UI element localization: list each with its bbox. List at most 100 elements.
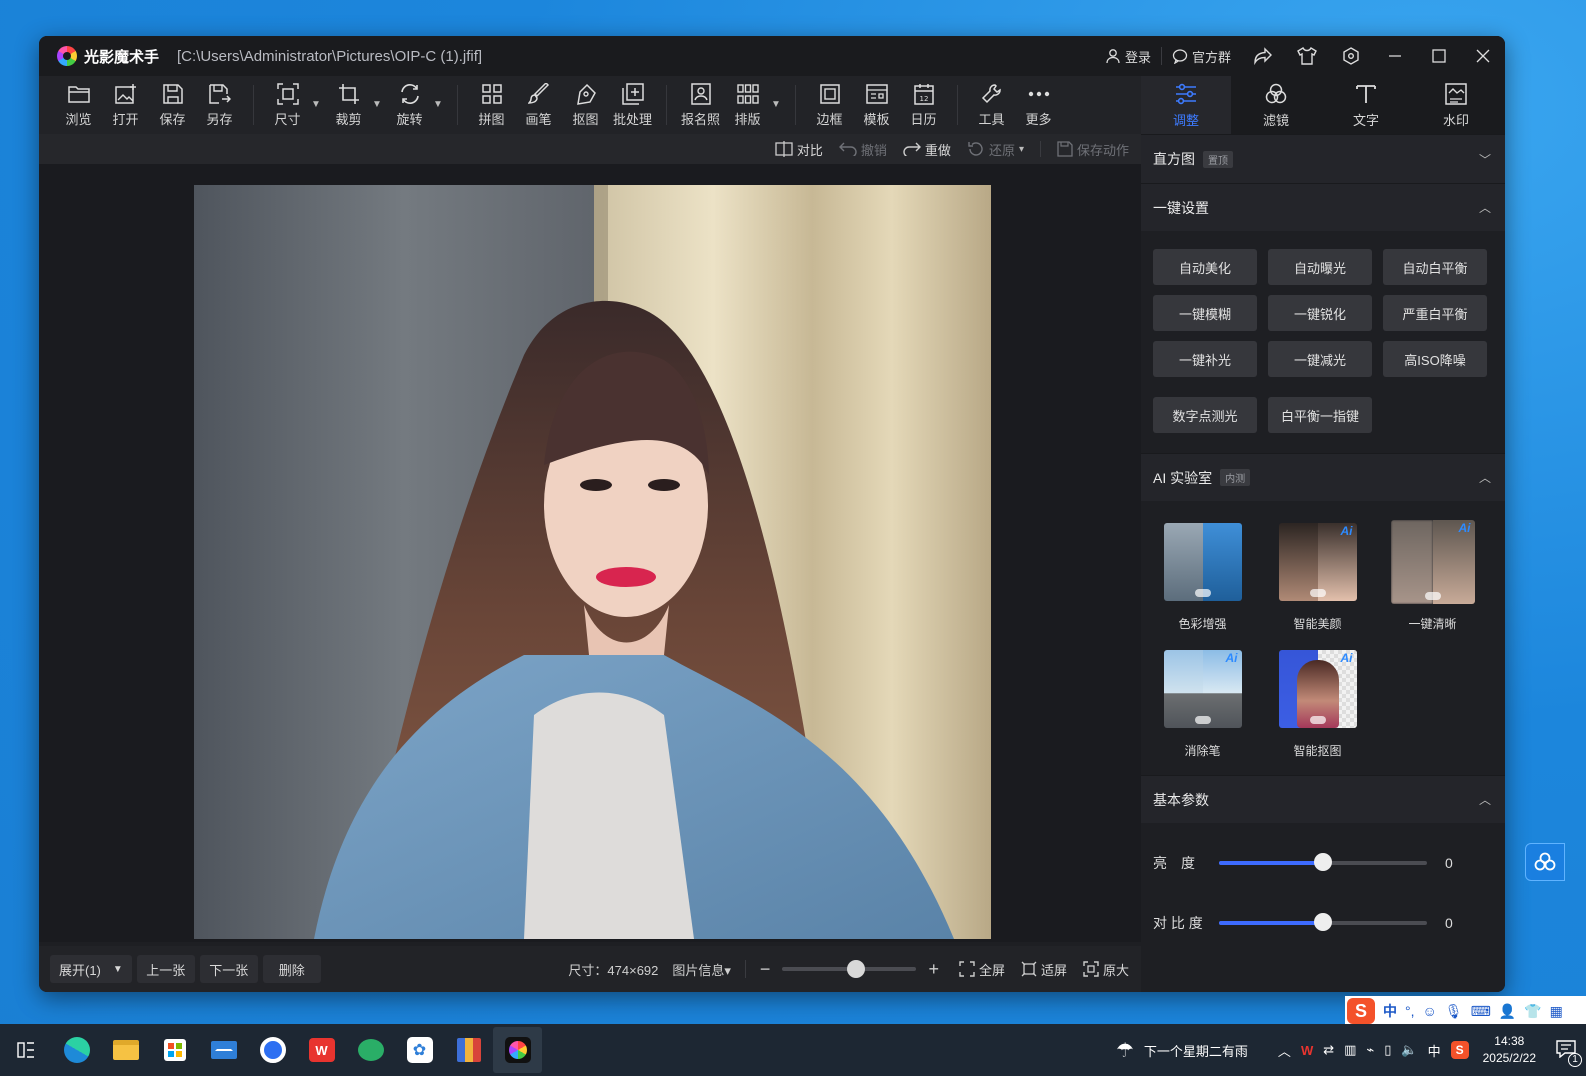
next-image-button[interactable]: 下一张 bbox=[199, 955, 258, 983]
brush-button[interactable]: 画笔 bbox=[515, 76, 562, 134]
collage-button[interactable]: 拼图 bbox=[468, 76, 515, 134]
clock[interactable]: 14:38 2025/2/22 bbox=[1483, 1033, 1536, 1067]
settings-button[interactable] bbox=[1329, 36, 1373, 76]
wps-tray-icon[interactable]: W bbox=[1301, 1043, 1313, 1058]
smart-beauty-item[interactable]: Ai 智能美颜 bbox=[1260, 523, 1375, 632]
sogou-tray-icon[interactable]: S bbox=[1450, 1041, 1469, 1059]
microphone-icon[interactable]: 🎙 bbox=[1445, 1003, 1463, 1020]
rotate-dropdown-arrow[interactable]: ▼ bbox=[433, 85, 447, 125]
language-indicator[interactable]: 中 bbox=[1428, 1041, 1441, 1060]
ime-language[interactable]: 中 bbox=[1383, 1001, 1397, 1021]
browse-button[interactable]: 浏览 bbox=[55, 76, 102, 134]
calendar-button[interactable]: 12 日历 bbox=[900, 76, 947, 134]
fit-screen-button[interactable]: 适屏 bbox=[1021, 960, 1067, 979]
zoom-in-icon[interactable]: + bbox=[928, 959, 939, 980]
expand-dropdown[interactable]: 展开(1) ▼ bbox=[50, 955, 132, 983]
strong-white-balance-button[interactable]: 严重白平衡 bbox=[1383, 295, 1487, 331]
emoji-icon[interactable]: ☺ bbox=[1423, 1003, 1437, 1019]
histogram-section-header[interactable]: 直方图 置顶 ﹀ bbox=[1141, 134, 1505, 183]
network-monitor-icon[interactable]: ▥ bbox=[1344, 1042, 1356, 1058]
keyboard-icon[interactable]: ⌨ bbox=[1471, 1003, 1491, 1020]
high-iso-denoise-button[interactable]: 高ISO降噪 bbox=[1383, 341, 1487, 377]
image-canvas[interactable] bbox=[39, 164, 1141, 942]
color-enhance-item[interactable]: 色彩增强 bbox=[1145, 523, 1260, 632]
zoom-out-icon[interactable]: − bbox=[760, 959, 771, 980]
minimize-button[interactable] bbox=[1373, 36, 1417, 76]
sogou-ime-icon[interactable]: S bbox=[1347, 998, 1375, 1024]
photo-app-taskbar-icon[interactable] bbox=[493, 1027, 542, 1073]
chevron-up-icon[interactable]: ︿ bbox=[1479, 791, 1491, 808]
spot-metering-button[interactable]: 数字点测光 bbox=[1153, 397, 1257, 433]
skin-icon[interactable]: 👤 bbox=[1499, 1003, 1516, 1020]
crop-button[interactable]: 裁剪 bbox=[325, 76, 372, 134]
batch-button[interactable]: 批处理 bbox=[609, 76, 656, 134]
pin-top-tag[interactable]: 置顶 bbox=[1203, 150, 1233, 168]
chevron-down-icon[interactable]: ﹀ bbox=[1479, 151, 1491, 168]
save-button[interactable]: 保存 bbox=[149, 76, 196, 134]
tab-adjust[interactable]: 调整 bbox=[1141, 76, 1231, 134]
delete-button[interactable]: 删除 bbox=[262, 955, 321, 983]
size-button[interactable]: 尺寸 bbox=[264, 76, 311, 134]
file-explorer-icon[interactable] bbox=[101, 1027, 150, 1073]
brightness-slider[interactable] bbox=[1219, 853, 1427, 871]
shirt-icon[interactable]: 👕 bbox=[1524, 1003, 1541, 1020]
weather-text[interactable]: 下一个星期二有雨 bbox=[1144, 1041, 1248, 1060]
wifi-icon[interactable]: ▯ bbox=[1384, 1042, 1391, 1058]
notification-center-button[interactable]: 1 bbox=[1556, 1039, 1582, 1067]
save-action-button[interactable]: 保存动作 bbox=[1057, 140, 1129, 159]
image-info-dropdown[interactable]: 图片信息▾ bbox=[672, 960, 731, 979]
official-group-button[interactable]: 官方群 bbox=[1162, 47, 1241, 66]
maximize-button[interactable] bbox=[1417, 36, 1461, 76]
one-click-blur-button[interactable]: 一键模糊 bbox=[1153, 295, 1257, 331]
archive-app-icon[interactable] bbox=[444, 1027, 493, 1073]
volume-icon[interactable]: 🔈 bbox=[1401, 1042, 1417, 1058]
contrast-slider[interactable] bbox=[1219, 913, 1427, 931]
reduce-light-button[interactable]: 一键减光 bbox=[1268, 341, 1372, 377]
edge-browser-icon[interactable] bbox=[52, 1027, 101, 1073]
grid-menu-icon[interactable]: ▦ bbox=[1550, 1003, 1563, 1020]
eraser-item[interactable]: Ai 消除笔 bbox=[1145, 650, 1260, 759]
mail-icon[interactable] bbox=[199, 1027, 248, 1073]
restore-button[interactable]: 还原 ▾ bbox=[967, 140, 1024, 159]
more-button[interactable]: 更多 bbox=[1015, 76, 1062, 134]
crop-dropdown-arrow[interactable]: ▼ bbox=[372, 85, 386, 125]
login-button[interactable]: 登录 bbox=[1095, 47, 1161, 66]
skin-button[interactable] bbox=[1285, 36, 1329, 76]
ime-punctuation[interactable]: °, bbox=[1405, 1003, 1415, 1019]
previous-image-button[interactable]: 上一张 bbox=[136, 955, 195, 983]
wps-office-icon[interactable]: W bbox=[297, 1027, 346, 1073]
tab-watermark[interactable]: 水印 bbox=[1411, 76, 1501, 134]
wechat-icon[interactable] bbox=[346, 1027, 395, 1073]
one-click-sharpen-button[interactable]: 一键锐化 bbox=[1268, 295, 1372, 331]
basic-params-header[interactable]: 基本参数 ︿ bbox=[1141, 775, 1505, 823]
sync-icon[interactable]: ⇄ bbox=[1323, 1042, 1334, 1058]
usb-icon[interactable]: ⌁ bbox=[1366, 1042, 1374, 1058]
quick-settings-header[interactable]: 一键设置 ︿ bbox=[1141, 183, 1505, 231]
layout-button[interactable]: 排版 bbox=[724, 76, 771, 134]
redo-button[interactable]: 重做 bbox=[903, 140, 951, 159]
tools-button[interactable]: 工具 bbox=[968, 76, 1015, 134]
task-view-button[interactable] bbox=[0, 1027, 52, 1073]
ai-lab-header[interactable]: AI 实验室 内测 ︿ bbox=[1141, 453, 1505, 501]
undo-button[interactable]: 撤销 bbox=[838, 140, 887, 159]
white-balance-picker-button[interactable]: 白平衡一指键 bbox=[1268, 397, 1372, 433]
auto-white-balance-button[interactable]: 自动白平衡 bbox=[1383, 249, 1487, 285]
auto-beautify-button[interactable]: 自动美化 bbox=[1153, 249, 1257, 285]
fill-light-button[interactable]: 一键补光 bbox=[1153, 341, 1257, 377]
floating-assistant-button[interactable] bbox=[1525, 843, 1565, 881]
rotate-button[interactable]: 旋转 bbox=[386, 76, 433, 134]
compare-button[interactable]: 对比 bbox=[775, 140, 823, 159]
chevron-up-icon[interactable]: ︿ bbox=[1479, 199, 1491, 216]
open-button[interactable]: 打开 bbox=[102, 76, 149, 134]
smart-cutout-item[interactable]: Ai 智能抠图 bbox=[1260, 650, 1375, 759]
cutout-button[interactable]: 抠图 bbox=[562, 76, 609, 134]
fullscreen-button[interactable]: 全屏 bbox=[959, 960, 1005, 979]
tab-filter[interactable]: 滤镜 bbox=[1231, 76, 1321, 134]
store-icon[interactable] bbox=[150, 1027, 199, 1073]
layout-dropdown-arrow[interactable]: ▼ bbox=[771, 85, 785, 125]
one-click-clear-item[interactable]: Ai 一键清晰 bbox=[1375, 520, 1490, 632]
border-button[interactable]: 边框 bbox=[806, 76, 853, 134]
id-photo-button[interactable]: 报名照 bbox=[677, 76, 724, 134]
brightness-slider-thumb[interactable] bbox=[1314, 853, 1332, 871]
contrast-slider-thumb[interactable] bbox=[1314, 913, 1332, 931]
